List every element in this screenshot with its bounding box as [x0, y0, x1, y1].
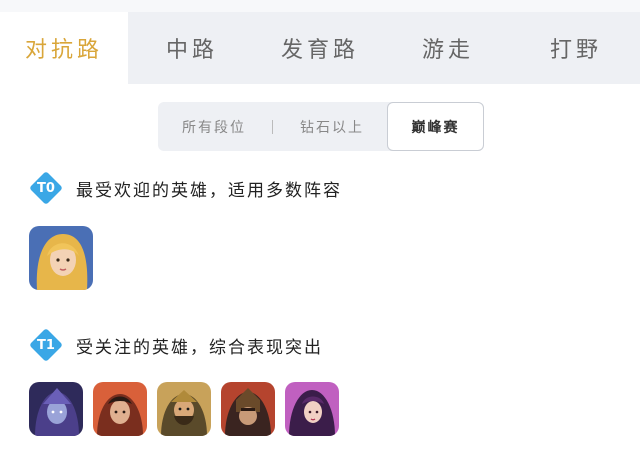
tab-label: 游走	[421, 38, 474, 63]
filter-diamond-plus[interactable]: 钻石以上	[276, 102, 388, 151]
tier-header-t0: T0 最受欢迎的英雄，适用多数阵容	[29, 171, 342, 205]
tab-label: 打野	[549, 38, 602, 63]
filter-label: 巅峰赛	[411, 119, 460, 136]
filter-label: 所有段位	[182, 119, 246, 136]
hero-portrait-dark-helmet-icon[interactable]	[221, 382, 275, 436]
tab-mid-lane[interactable]: 中路	[128, 12, 256, 84]
tab-label: 对抗路	[24, 38, 103, 63]
rank-filter: 所有段位 钻石以上 巅峰赛	[158, 102, 484, 151]
tier-t1-hero-list	[29, 382, 339, 436]
filter-all-ranks[interactable]: 所有段位	[158, 102, 270, 151]
tab-jungle[interactable]: 打野	[512, 12, 640, 84]
hero-portrait-red-warrior-icon[interactable]	[93, 382, 147, 436]
tab-label: 中路	[165, 38, 218, 63]
divider	[272, 120, 273, 134]
tab-bottom-lane[interactable]: 发育路	[256, 12, 384, 84]
hero-portrait-purple-female-icon[interactable]	[285, 382, 339, 436]
tier-description: 最受欢迎的英雄，适用多数阵容	[76, 180, 342, 201]
tier-description: 受关注的英雄，综合表现突出	[76, 337, 323, 358]
hero-portrait-bearded-general-icon[interactable]	[157, 382, 211, 436]
top-strip	[0, 0, 640, 12]
filter-label: 钻石以上	[300, 119, 364, 136]
tab-top-lane[interactable]: 对抗路	[0, 12, 128, 84]
hero-portrait-purple-armored-icon[interactable]	[29, 382, 83, 436]
tier-badge-icon: T1	[29, 328, 63, 362]
tier-badge-icon: T0	[29, 171, 63, 205]
lane-tabs: 对抗路 中路 发育路 游走 打野	[0, 12, 640, 84]
tier-t0-hero-list	[29, 226, 93, 290]
hero-portrait-blonde-female-icon[interactable]	[29, 226, 93, 290]
filter-peak-match[interactable]: 巅峰赛	[387, 102, 484, 151]
tier-header-t1: T1 受关注的英雄，综合表现突出	[29, 328, 323, 362]
tab-roam[interactable]: 游走	[384, 12, 512, 84]
tab-label: 发育路	[280, 38, 359, 63]
